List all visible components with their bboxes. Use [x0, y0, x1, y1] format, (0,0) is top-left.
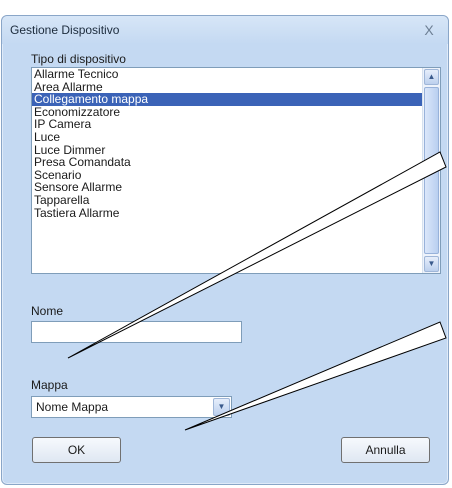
list-item[interactable]: Allarme Tecnico [32, 68, 423, 81]
list-item[interactable]: IP Camera [32, 118, 423, 131]
scrollbar-thumb[interactable] [424, 87, 439, 254]
name-label: Nome [31, 304, 64, 318]
title-bar[interactable]: Gestione Dispositivo X [2, 16, 448, 44]
name-input[interactable] [31, 321, 242, 343]
close-icon[interactable]: X [420, 21, 438, 39]
ok-button[interactable]: OK [32, 437, 121, 463]
list-item[interactable]: Tapparella [32, 194, 423, 207]
scroll-down-icon[interactable]: ▼ [424, 256, 439, 272]
list-item[interactable]: Sensore Allarme [32, 181, 423, 194]
device-type-items: Allarme Tecnico Area Allarme Collegamento … [32, 68, 423, 273]
map-select-value: Nome Mappa [36, 400, 109, 414]
scroll-up-icon[interactable]: ▲ [424, 69, 439, 85]
dialog-title: Gestione Dispositivo [10, 23, 120, 37]
map-label: Mappa [31, 378, 68, 392]
list-item[interactable]: Presa Comandata [32, 156, 423, 169]
cancel-button[interactable]: Annulla [341, 437, 430, 463]
list-item[interactable]: Tastiera Allarme [32, 206, 423, 220]
map-select[interactable]: Nome Mappa ▼ [31, 396, 232, 418]
list-item[interactable]: Collegamento mappa [32, 93, 423, 106]
listbox-scrollbar[interactable]: ▲ ▼ [422, 68, 440, 273]
list-item[interactable]: Luce [32, 131, 423, 144]
chevron-down-icon[interactable]: ▼ [213, 398, 230, 416]
device-type-listbox[interactable]: Allarme Tecnico Area Allarme Collegamento … [31, 67, 441, 274]
device-type-label: Tipo di dispositivo [31, 52, 126, 66]
